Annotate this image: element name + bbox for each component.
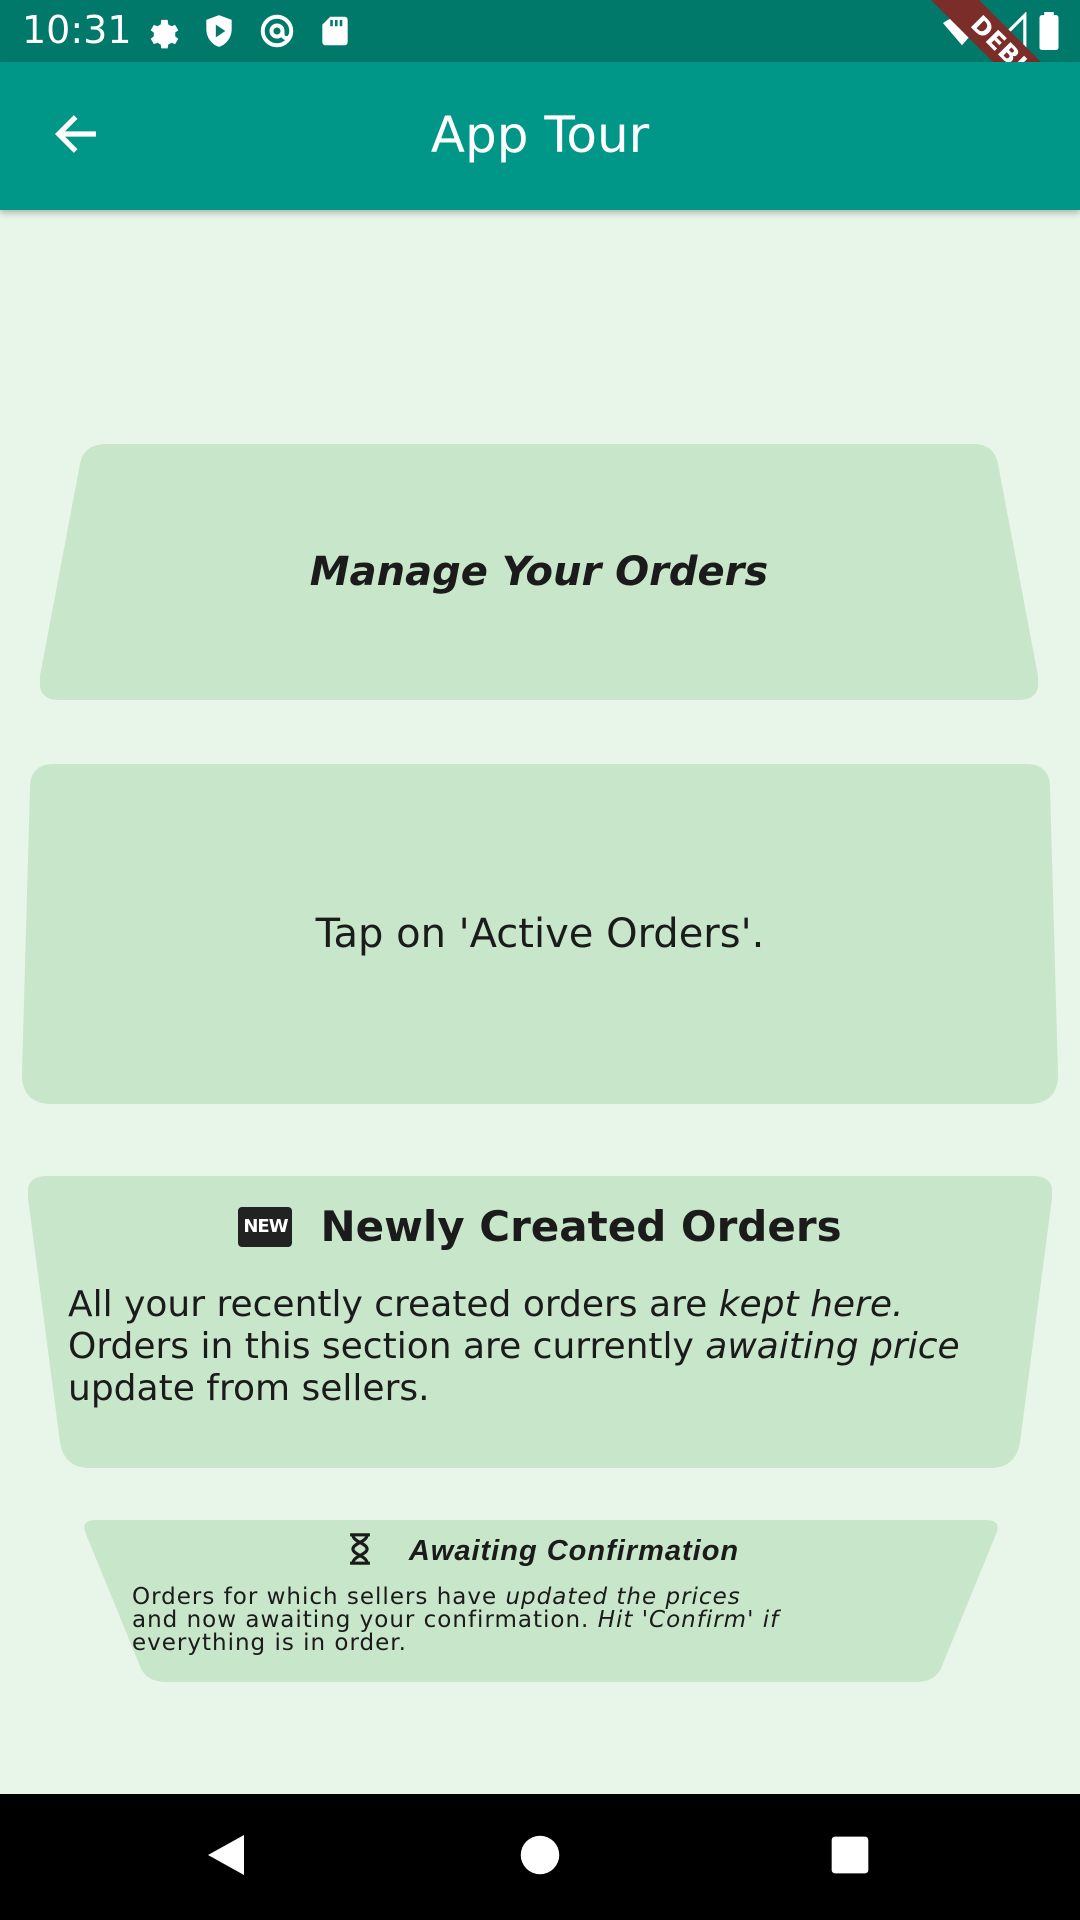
gear-icon xyxy=(142,12,180,50)
newly-created-orders-card: NEW Newly Created Orders All your recent… xyxy=(28,1176,1052,1468)
shield-icon xyxy=(200,12,238,50)
description-emphasis: awaiting price xyxy=(705,1326,960,1367)
description-emphasis: kept here. xyxy=(718,1284,904,1325)
manage-orders-card: Manage Your Orders xyxy=(40,444,1038,700)
circle-home-icon xyxy=(519,1834,561,1880)
status-bar: 10:31 DEBUG xyxy=(0,0,1080,159)
at-sign-icon xyxy=(258,12,296,50)
awaiting-confirmation-description: Orders for which sellers have updated th… xyxy=(132,1586,960,1655)
awaiting-confirmation-card: Awaiting Confirmation Orders for which s… xyxy=(82,1520,1000,1682)
description-emphasis: Hit 'Confirm' if xyxy=(597,1607,780,1633)
description-text: Orders in this section are currently xyxy=(68,1326,706,1367)
description-text: update from sellers. xyxy=(68,1368,430,1409)
hourglass-icon xyxy=(343,1532,377,1570)
description-text: All your recently created orders are xyxy=(68,1284,719,1325)
sd-card-icon xyxy=(316,12,354,50)
instruction-card: Tap on 'Active Orders'. xyxy=(22,764,1058,1104)
nav-back-button[interactable] xyxy=(196,1827,256,1887)
status-time: 10:31 xyxy=(22,8,132,52)
nav-home-button[interactable] xyxy=(510,1827,570,1887)
app-bar: App Tour xyxy=(0,62,1080,210)
navigation-bar xyxy=(0,1794,1080,1920)
page-title: App Tour xyxy=(430,106,650,164)
new-badge-icon: NEW xyxy=(238,1206,293,1247)
manage-orders-title: Manage Your Orders xyxy=(309,549,769,595)
square-recents-icon xyxy=(830,1835,870,1879)
nav-recents-button[interactable] xyxy=(820,1827,880,1887)
newly-created-title: Newly Created Orders xyxy=(320,1202,842,1251)
instruction-text: Tap on 'Active Orders'. xyxy=(315,911,765,957)
awaiting-confirmation-title: Awaiting Confirmation xyxy=(408,1534,740,1567)
newly-created-description: All your recently created orders are kep… xyxy=(68,1284,1012,1410)
battery-icon xyxy=(1036,12,1074,50)
triangle-back-icon xyxy=(204,1831,248,1883)
description-text: everything is in order. xyxy=(132,1630,407,1656)
